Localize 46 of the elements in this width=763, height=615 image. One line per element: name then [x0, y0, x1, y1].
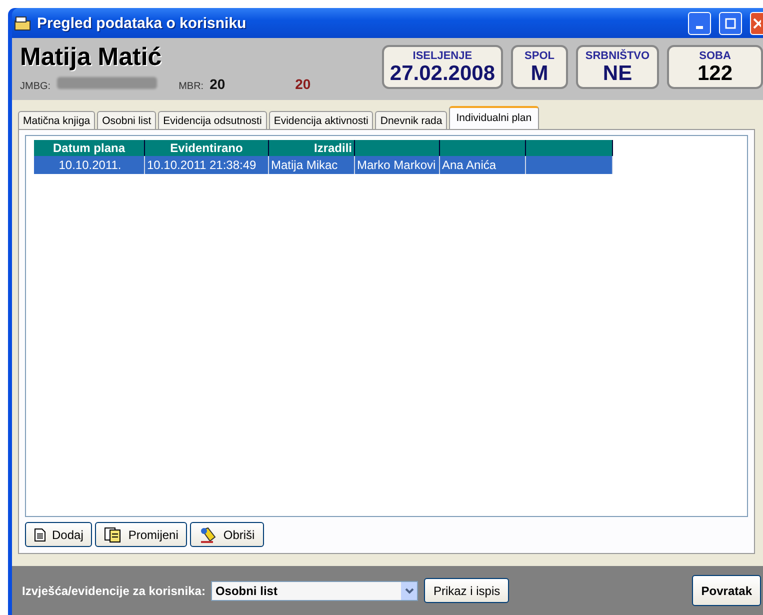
tab[interactable]: Individualni plan: [449, 106, 539, 129]
show-print-button[interactable]: Prikaz i ispis: [424, 578, 510, 603]
close-icon: [753, 18, 761, 28]
caret-icon: [404, 588, 414, 594]
table-cell: Ana Anića: [440, 156, 526, 174]
table-cell: 10.10.2011.: [34, 156, 145, 174]
info-label: ISELJENJE: [412, 50, 472, 62]
mbr-value: 20: [210, 76, 226, 92]
tab[interactable]: Evidencija aktivnosti: [268, 111, 374, 129]
action-button[interactable]: Promijeni: [95, 522, 188, 547]
table-cell: 10.10.2011 21:38:49: [145, 156, 269, 174]
table-cell: Marko Markovi: [355, 156, 440, 174]
info-value: NE: [602, 62, 632, 86]
table-cell: Matija Mikac: [269, 156, 355, 174]
mbr-label: MBR:: [178, 81, 204, 92]
report-label: Izvješća/evidencije za korisnika:: [22, 584, 206, 598]
tab[interactable]: Matična knjiga: [18, 111, 96, 129]
window-title: Pregled podataka o korisniku: [37, 14, 248, 32]
info-value: 122: [697, 62, 733, 86]
close-button[interactable]: [750, 12, 763, 34]
back-button[interactable]: Povratak: [692, 575, 761, 606]
column-header[interactable]: Evidentirano: [145, 140, 269, 156]
tab[interactable]: Dnevnik rada: [375, 111, 448, 129]
info-value: 27.02.2008: [390, 62, 495, 86]
info-label: SPOL: [524, 50, 554, 62]
action-button[interactable]: Obriši: [190, 522, 264, 547]
tab[interactable]: Evidencija odsutnosti: [158, 111, 267, 129]
minimize-icon: [696, 26, 703, 28]
maximize-icon: [725, 18, 736, 28]
minimize-button[interactable]: [688, 12, 711, 34]
action-button[interactable]: Dodaj: [25, 522, 92, 547]
eraser-icon: [199, 526, 218, 542]
number-value: 20: [295, 76, 311, 92]
info-value: M: [530, 62, 548, 86]
info-label: SOBA: [699, 50, 731, 62]
column-header[interactable]: Datum plana: [34, 140, 145, 156]
report-select[interactable]: Osobni list: [211, 580, 418, 600]
maximize-button[interactable]: [719, 12, 742, 34]
jmbg-label: JMBG:: [20, 81, 51, 92]
info-label: SRBNIŠTVO: [585, 50, 650, 62]
tab[interactable]: Osobni list: [97, 111, 156, 129]
document-icon: [34, 528, 46, 542]
app-icon: [14, 16, 31, 30]
person-name: Matija Matić: [20, 43, 163, 72]
column-header[interactable]: Izradili: [269, 140, 355, 156]
documents-icon: [104, 526, 122, 542]
